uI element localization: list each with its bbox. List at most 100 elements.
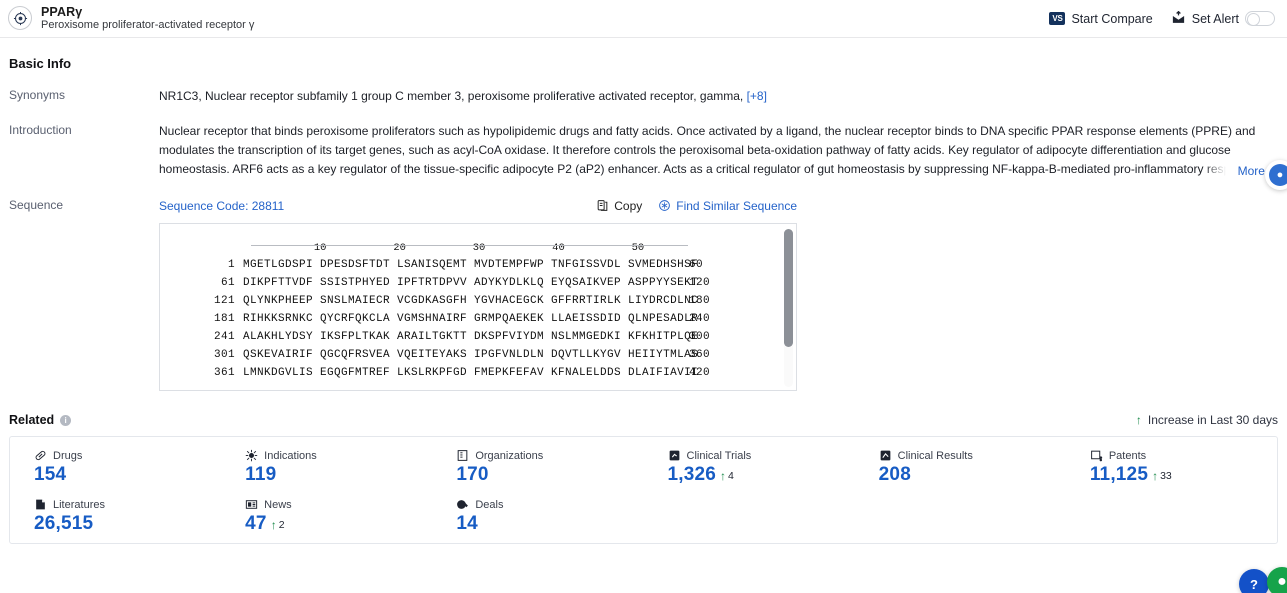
sequence-code[interactable]: Sequence Code: 28811 [159, 197, 284, 216]
related-title: Related [9, 413, 55, 428]
sequence-residues: QLYNKPHEEP SNSLMAIECR VCGDKASGFH YGVHACE… [243, 294, 699, 307]
copy-icon [596, 199, 609, 212]
stat-card-organizations[interactable]: Organizations 170 [432, 449, 643, 486]
sequence-start-index: 361 [213, 366, 235, 379]
stat-delta: ↑ 4 [720, 469, 734, 486]
sequence-residues: RIHKKSRNKC QYCRFQKCLA VGMSHNAIRF GRMPQAE… [243, 312, 699, 325]
stat-value: 170 [456, 464, 489, 486]
sequence-line: 181 RIHKKSRNKC QYCRFQKCLA VGMSHNAIRF GRMP… [160, 310, 796, 328]
stat-value: 14 [456, 513, 478, 535]
sequence-start-index: 1 [227, 258, 235, 271]
stat-delta: ↑ 2 [271, 518, 285, 535]
stat-card-patents[interactable]: Patents 11,125 ↑ 33 [1066, 449, 1277, 486]
sequence-start-index: 181 [213, 312, 235, 325]
sequence-end-index: 60 [689, 258, 704, 271]
alert-bell-icon [1171, 10, 1186, 26]
set-alert-label: Set Alert [1191, 11, 1239, 26]
stat-delta-value: 4 [728, 470, 734, 483]
sequence-start-index: 241 [213, 330, 235, 343]
sequence-line: 301 QSKEVAIRIF QGCQFRSVEA VQEITEYAKS IPGF… [160, 346, 796, 364]
building-icon [456, 449, 469, 462]
assistant-icon-button[interactable]: ● [1265, 160, 1287, 190]
introduction-more-label: More [1237, 164, 1265, 178]
stat-value: 47 [245, 513, 267, 535]
stat-card-indications[interactable]: Indications 119 [221, 449, 432, 486]
stat-card-drugs[interactable]: Drugs 154 [10, 449, 221, 486]
sequence-start-index: 121 [213, 294, 235, 307]
target-crosshair-icon [8, 6, 32, 31]
stat-delta: ↑ 33 [1152, 469, 1172, 486]
stat-label: Clinical Trials [686, 449, 752, 462]
stat-value: 26,515 [34, 513, 94, 535]
sequence-line: 1 MGETLGDSPI DPESDSFTDT LSANISQEMT MVDTEM… [160, 256, 796, 274]
sequence-residues: ALAKHLYDSY IKSFPLTKAK ARAILTGKTT DKSPFVI… [243, 330, 699, 343]
stat-card-deals[interactable]: Deals 14 [432, 498, 643, 535]
stat-delta-value: 2 [278, 519, 285, 532]
literature-icon [34, 498, 47, 511]
stat-value: 11,125 [1089, 464, 1149, 486]
stat-card-clinical-trials[interactable]: Clinical Trials 1,326 ↑ 4 [644, 449, 855, 486]
stat-label: Patents [1108, 449, 1147, 462]
ruler-tick: 10 [313, 241, 327, 254]
brand: PPARγ Peroxisome proliferator-activated … [8, 5, 254, 32]
arrow-up-icon: ↑ [270, 518, 277, 533]
sequence-line: 61 DIKPFTTVDF SSISTPHYED IPFTRTDPVV ADYKY… [160, 274, 796, 292]
related-header: Related i ↑ Increase in Last 30 days [9, 413, 1278, 427]
info-icon[interactable]: i [60, 414, 72, 426]
stat-label: Deals [475, 498, 504, 511]
vs-badge-icon: VS [1049, 12, 1066, 25]
basic-info-title: Basic Info [9, 56, 72, 71]
start-compare-label: Start Compare [1071, 11, 1153, 26]
sequence-start-index: 61 [220, 276, 235, 289]
help-icon-button[interactable]: ? [1239, 569, 1269, 593]
stat-card-clinical-results[interactable]: Clinical Results 208 [855, 449, 1066, 486]
stat-card-news[interactable]: News 47 ↑ 2 [221, 498, 432, 535]
news-icon [245, 498, 258, 511]
synonyms-value-wrap: NR1C3, Nuclear receptor subfamily 1 grou… [159, 87, 1278, 106]
sequence-end-index: 300 [689, 330, 711, 343]
sequence-viewer: 10 20 30 40 50 1 MGETLGDSPI DPESDSFTDT LSANIS… [159, 223, 797, 392]
arrow-up-icon: ↑ [1152, 469, 1159, 484]
find-similar-sequence-button[interactable]: Find Similar Sequence [658, 197, 797, 216]
sequence-residues: DIKPFTTVDF SSISTPHYED IPFTRTDPVV ADYKYDL… [243, 276, 699, 289]
ruler-tick: 40 [552, 241, 565, 254]
set-alert-control[interactable]: Set Alert [1171, 10, 1275, 26]
chat-icon-button[interactable]: ● [1267, 567, 1287, 593]
app-header: PPARγ Peroxisome proliferator-activated … [0, 0, 1287, 38]
sequence-end-index: 360 [689, 348, 711, 361]
chat-icon: ● [1277, 573, 1287, 590]
start-compare-button[interactable]: VS Start Compare [1049, 11, 1153, 26]
set-alert-toggle[interactable] [1245, 11, 1275, 26]
synonyms-row: Synonyms NR1C3, Nuclear receptor subfami… [9, 87, 1278, 106]
introduction-row: Introduction Nuclear receptor that binds… [9, 122, 1278, 181]
sequence-residues: LMNKDGVLIS EGQGFMTREF LKSLRKPFGD FMEPKFE… [243, 366, 699, 379]
help-icon: ? [1250, 576, 1258, 592]
ruler-tick: 20 [393, 241, 406, 254]
page-title: PPARγ [41, 4, 83, 19]
page-subtitle: Peroxisome proliferator-activated recept… [41, 19, 255, 32]
stat-value: 208 [878, 464, 911, 486]
sequence-residues: QSKEVAIRIF QGCQFRSVEA VQEITEYAKS IPGFVNL… [243, 348, 699, 361]
stat-label: Clinical Results [897, 449, 973, 462]
stat-label: Literatures [53, 498, 105, 511]
copy-sequence-button[interactable]: Copy [596, 197, 642, 216]
stat-delta-value: 33 [1160, 470, 1172, 483]
sequence-start-index: 301 [213, 348, 235, 361]
introduction-text: Nuclear receptor that binds peroxisome p… [159, 123, 1266, 177]
stat-label: News [264, 498, 292, 511]
sequence-scrollbar-thumb[interactable] [784, 229, 793, 348]
sequence-residues: MGETLGDSPI DPESDSFTDT LSANISQEMT MVDTEMP… [243, 258, 699, 271]
sequence-end-index: 240 [689, 312, 711, 325]
synonyms-more-link[interactable]: [+8] [747, 89, 767, 103]
arrow-up-icon: ↑ [1135, 413, 1142, 428]
assistant-icon: ● [1269, 164, 1287, 186]
copy-label: Copy [614, 198, 643, 213]
stat-value: 119 [245, 464, 277, 486]
sequence-end-index: 180 [689, 294, 711, 307]
virus-icon [245, 449, 258, 462]
stat-label: Drugs [53, 449, 83, 462]
patent-icon [1090, 449, 1103, 462]
find-similar-icon [658, 199, 671, 212]
related-stats-card: Drugs 154 Indications 119 Organizations 170 Cl… [9, 436, 1278, 545]
stat-card-literatures[interactable]: Literatures 26,515 [10, 498, 221, 535]
